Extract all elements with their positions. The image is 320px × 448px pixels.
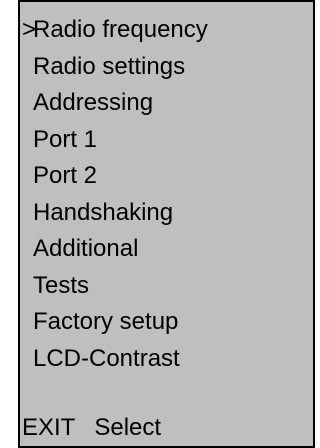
select-softkey[interactable]: Select <box>94 414 161 442</box>
menu-item-label: Port 2 <box>33 162 98 189</box>
menu-item-label: Radio settings <box>33 52 186 80</box>
menu-item-label: Handshaking <box>33 198 174 226</box>
softkey-bar: EXIT Select <box>20 410 313 446</box>
menu-item-label: LCD-Contrast <box>33 344 180 372</box>
menu-item-factory-setup[interactable]: Factory setup <box>20 304 313 341</box>
menu-item-label: Addressing <box>33 89 154 116</box>
lcd-display: > Radio frequency Radio settings Address… <box>18 0 315 448</box>
menu-item-radio-frequency[interactable]: > Radio frequency <box>20 12 313 49</box>
menu-item-label: Additional <box>33 235 139 262</box>
menu-list: > Radio frequency Radio settings Address… <box>20 12 313 377</box>
exit-softkey[interactable]: EXIT <box>22 414 75 442</box>
menu-item-lcd-contrast[interactable]: LCD-Contrast <box>20 341 313 378</box>
menu-item-addressing[interactable]: Addressing <box>20 85 313 122</box>
menu-item-label: Radio frequency <box>33 16 208 43</box>
menu-item-additional[interactable]: Additional <box>20 231 313 268</box>
menu-item-tests[interactable]: Tests <box>20 268 313 305</box>
menu-item-radio-settings[interactable]: Radio settings <box>20 49 313 86</box>
menu-item-port-2[interactable]: Port 2 <box>20 158 313 195</box>
menu-item-label: Port 1 <box>33 125 98 153</box>
menu-item-port-1[interactable]: Port 1 <box>20 122 313 159</box>
menu-item-handshaking[interactable]: Handshaking <box>20 195 313 232</box>
menu-item-label: Tests <box>33 271 90 299</box>
menu-item-label: Factory setup <box>33 308 179 335</box>
selection-cursor: > <box>22 16 37 43</box>
